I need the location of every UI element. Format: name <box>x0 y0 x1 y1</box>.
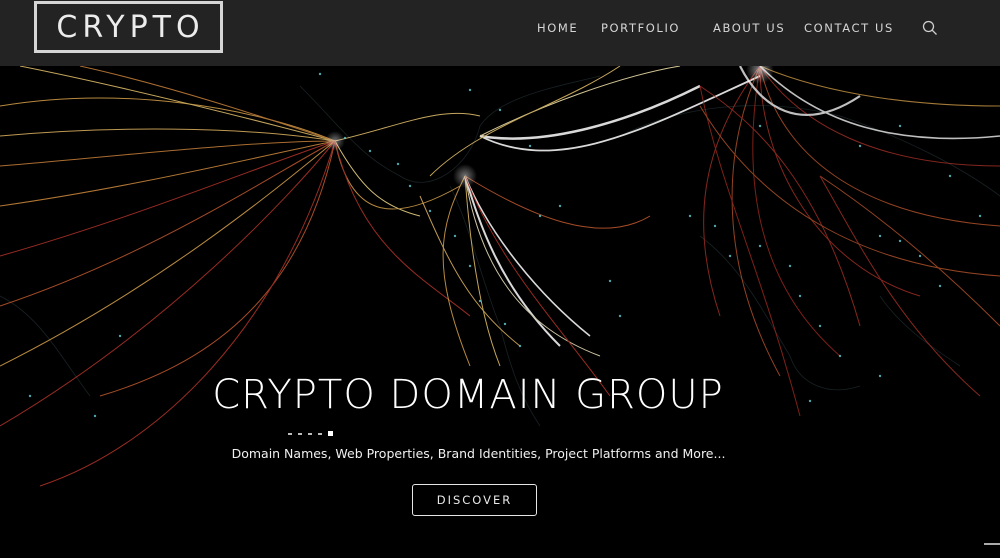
slider-indicator[interactable] <box>288 431 333 436</box>
nav-item-home[interactable]: HOME <box>537 21 578 35</box>
nav-item-contact-us[interactable]: CONTACT US <box>804 21 894 35</box>
nav-item-about-us[interactable]: ABOUT US <box>713 21 785 35</box>
nav-item-portfolio[interactable]: PORTFOLIO <box>601 21 680 35</box>
logo[interactable]: CRYPTO <box>34 1 223 53</box>
slider-dot[interactable] <box>308 432 312 435</box>
discover-button[interactable]: DISCOVER <box>412 484 537 516</box>
hero-subtitle: Domain Names, Web Properties, Brand Iden… <box>231 446 726 461</box>
search-icon[interactable] <box>922 20 938 36</box>
slider-dot[interactable] <box>298 432 302 435</box>
hero-section: CRYPTO DOMAIN GROUP Domain Names, Web Pr… <box>0 66 1000 558</box>
slider-dot[interactable] <box>288 432 292 435</box>
slider-dot[interactable] <box>318 432 322 435</box>
hero-title: CRYPTO DOMAIN GROUP <box>212 372 724 418</box>
top-navigation-bar: CRYPTO HOME PORTFOLIO ABOUT US CONTACT U… <box>0 0 1000 66</box>
scroll-arrow-icon[interactable] <box>984 543 1000 545</box>
slider-dot-active[interactable] <box>328 431 333 436</box>
